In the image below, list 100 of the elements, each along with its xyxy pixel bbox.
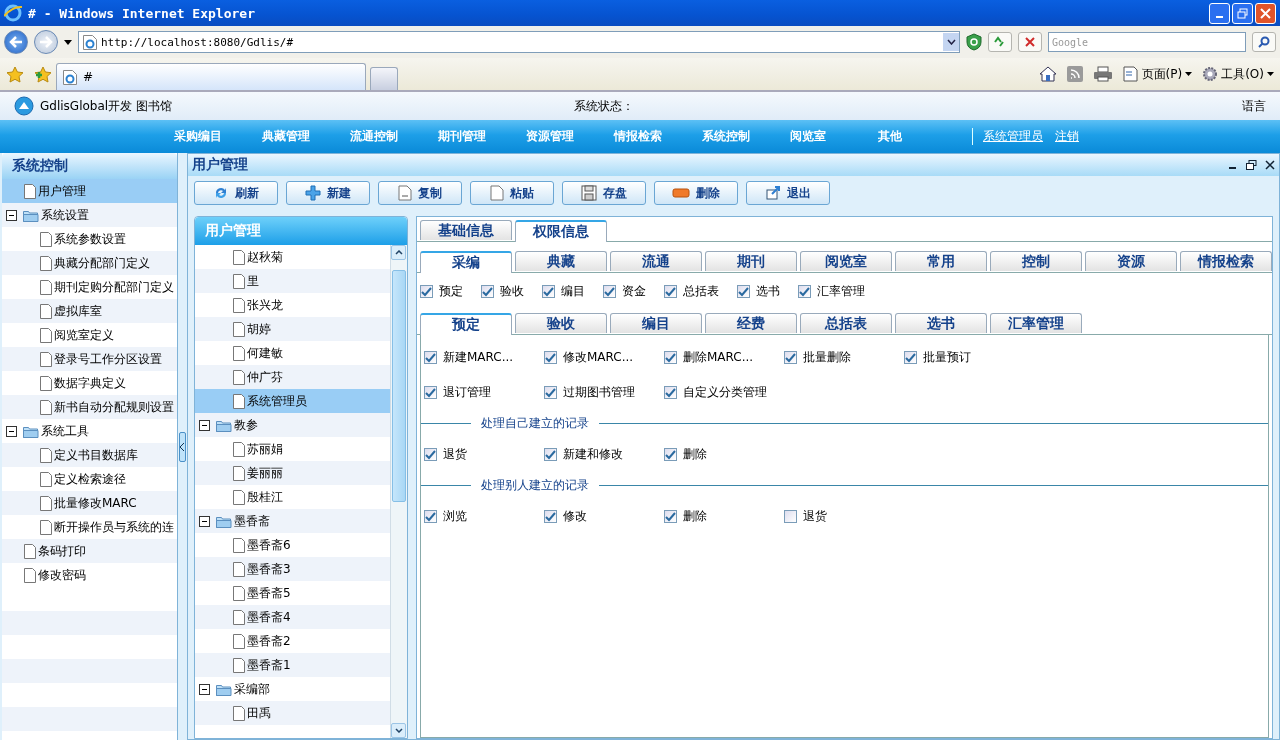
tree-item[interactable]: 系统工具 bbox=[2, 419, 178, 443]
tree-item[interactable]: 条码打印 bbox=[2, 539, 178, 563]
checkbox[interactable]: 验收 bbox=[481, 283, 524, 300]
printer-icon[interactable] bbox=[1092, 66, 1113, 82]
tree-item[interactable]: 墨香斋5 bbox=[195, 581, 390, 605]
toolbar-button[interactable]: 退出 bbox=[746, 181, 830, 205]
checkbox[interactable]: 删除 bbox=[664, 508, 784, 525]
tree-item[interactable]: 数据字典定义 bbox=[2, 371, 178, 395]
tree-item[interactable]: 断开操作员与系统的连 bbox=[2, 515, 178, 539]
tab[interactable]: 情报检索 bbox=[1180, 251, 1272, 271]
browser-tab[interactable]: # bbox=[56, 63, 366, 90]
restore-icon[interactable] bbox=[1246, 160, 1257, 170]
tab[interactable]: 期刊 bbox=[705, 251, 797, 271]
tree-item[interactable]: 墨香斋3 bbox=[195, 557, 390, 581]
tree-item[interactable]: 墨香斋 bbox=[195, 509, 390, 533]
scroll-up-button[interactable] bbox=[391, 245, 406, 260]
tab[interactable]: 汇率管理 bbox=[990, 313, 1082, 333]
checkbox[interactable]: 汇率管理 bbox=[798, 283, 865, 300]
checkbox[interactable]: 批量删除 bbox=[784, 349, 904, 366]
restore-button[interactable] bbox=[1232, 2, 1253, 24]
close-button[interactable] bbox=[1255, 2, 1276, 24]
toolbar-button[interactable]: 删除 bbox=[654, 181, 738, 205]
collapse-toggle-icon[interactable] bbox=[199, 419, 210, 431]
tab[interactable]: 基础信息 bbox=[420, 220, 512, 240]
shield-icon[interactable] bbox=[966, 33, 982, 51]
tab[interactable]: 验收 bbox=[515, 313, 607, 333]
checkbox[interactable]: 新建MARC... bbox=[424, 349, 544, 366]
checkbox[interactable]: 新建和修改 bbox=[544, 446, 664, 463]
tab[interactable]: 流通 bbox=[610, 251, 702, 271]
tree-item[interactable]: 典藏分配部门定义 bbox=[2, 251, 178, 275]
checkbox[interactable]: 删除 bbox=[664, 446, 784, 463]
tab[interactable]: 资源 bbox=[1085, 251, 1177, 271]
tree-item[interactable]: 采编部 bbox=[195, 677, 390, 701]
tree-item[interactable]: 阅览室定义 bbox=[2, 323, 178, 347]
feed-icon[interactable] bbox=[1066, 66, 1083, 82]
tab[interactable]: 总括表 bbox=[800, 313, 892, 333]
tree-item[interactable]: 系统参数设置 bbox=[2, 227, 178, 251]
tree-item[interactable]: 系统管理员 bbox=[195, 389, 390, 413]
tree-item[interactable]: 登录号工作分区设置 bbox=[2, 347, 178, 371]
scroll-thumb[interactable] bbox=[392, 270, 406, 502]
tree-item[interactable]: 张兴龙 bbox=[195, 293, 390, 317]
search-field[interactable]: Google bbox=[1048, 32, 1246, 52]
tab[interactable]: 控制 bbox=[990, 251, 1082, 271]
toolbar-button[interactable]: 刷新 bbox=[194, 181, 278, 205]
toolbar-button[interactable]: 存盘 bbox=[562, 181, 646, 205]
tab[interactable]: 权限信息 bbox=[515, 220, 607, 242]
tree-item[interactable]: 田禹 bbox=[195, 701, 390, 725]
tab[interactable]: 采编 bbox=[420, 251, 512, 273]
tree-item[interactable]: 墨香斋1 bbox=[195, 653, 390, 677]
tree-item[interactable]: 何建敏 bbox=[195, 341, 390, 365]
minimize-button[interactable] bbox=[1209, 2, 1230, 24]
star-icon[interactable] bbox=[6, 65, 24, 83]
checkbox[interactable]: 退货 bbox=[784, 508, 904, 525]
tab[interactable]: 选书 bbox=[895, 313, 987, 333]
tree-item[interactable]: 胡婷 bbox=[195, 317, 390, 341]
dropdown-arrow-icon[interactable] bbox=[64, 39, 72, 45]
tree-item[interactable]: 仲广芬 bbox=[195, 365, 390, 389]
collapse-toggle-icon[interactable] bbox=[6, 425, 17, 437]
search-button[interactable] bbox=[1252, 32, 1276, 52]
checkbox[interactable]: 修改MARC... bbox=[544, 349, 664, 366]
close-icon[interactable] bbox=[1265, 160, 1275, 170]
scroll-down-button[interactable] bbox=[391, 723, 406, 738]
tree-item[interactable]: 新书自动分配规则设置 bbox=[2, 395, 178, 419]
back-button[interactable] bbox=[4, 30, 28, 54]
tree-item[interactable]: 批量修改MARC bbox=[2, 491, 178, 515]
tree-item[interactable]: 墨香斋2 bbox=[195, 629, 390, 653]
checkbox[interactable]: 批量预订 bbox=[904, 349, 1024, 366]
tab[interactable]: 常用 bbox=[895, 251, 987, 271]
tree-item[interactable]: 姜丽丽 bbox=[195, 461, 390, 485]
toolbar-button[interactable]: 新建 bbox=[286, 181, 370, 205]
toolbar-button[interactable]: 粘贴 bbox=[470, 181, 554, 205]
collapse-toggle-icon[interactable] bbox=[199, 683, 210, 695]
page-menu[interactable]: 页面(P) bbox=[1122, 65, 1193, 83]
tree-item[interactable]: 修改密码 bbox=[2, 563, 178, 587]
checkbox[interactable]: 修改 bbox=[544, 508, 664, 525]
forward-button[interactable] bbox=[34, 30, 58, 54]
tree-item[interactable]: 教参 bbox=[195, 413, 390, 437]
checkbox[interactable]: 删除MARC... bbox=[664, 349, 784, 366]
checkbox[interactable]: 过期图书管理 bbox=[544, 384, 664, 401]
tree-item[interactable]: 用户管理 bbox=[2, 179, 178, 203]
refresh-button[interactable] bbox=[988, 32, 1012, 52]
home-icon[interactable] bbox=[1038, 66, 1057, 82]
tab[interactable]: 经费 bbox=[705, 313, 797, 333]
checkbox[interactable]: 选书 bbox=[737, 283, 780, 300]
tab[interactable]: 预定 bbox=[420, 313, 512, 335]
tree-item[interactable]: 墨香斋4 bbox=[195, 605, 390, 629]
tools-menu[interactable]: 工具(O) bbox=[1202, 65, 1274, 83]
add-star-icon[interactable] bbox=[34, 65, 52, 83]
tree-item[interactable]: 系统设置 bbox=[2, 203, 178, 227]
checkbox[interactable]: 退订管理 bbox=[424, 384, 544, 401]
tree-item[interactable]: 定义检索途径 bbox=[2, 467, 178, 491]
tree-item[interactable]: 墨香斋6 bbox=[195, 533, 390, 557]
scrollbar[interactable] bbox=[390, 245, 407, 738]
checkbox[interactable]: 退货 bbox=[424, 446, 544, 463]
tree-item[interactable]: 殷桂江 bbox=[195, 485, 390, 509]
toolbar-button[interactable]: 复制 bbox=[378, 181, 462, 205]
tree-item[interactable]: 定义书目数据库 bbox=[2, 443, 178, 467]
tab[interactable]: 编目 bbox=[610, 313, 702, 333]
checkbox[interactable]: 资金 bbox=[603, 283, 646, 300]
checkbox[interactable]: 预定 bbox=[420, 283, 463, 300]
